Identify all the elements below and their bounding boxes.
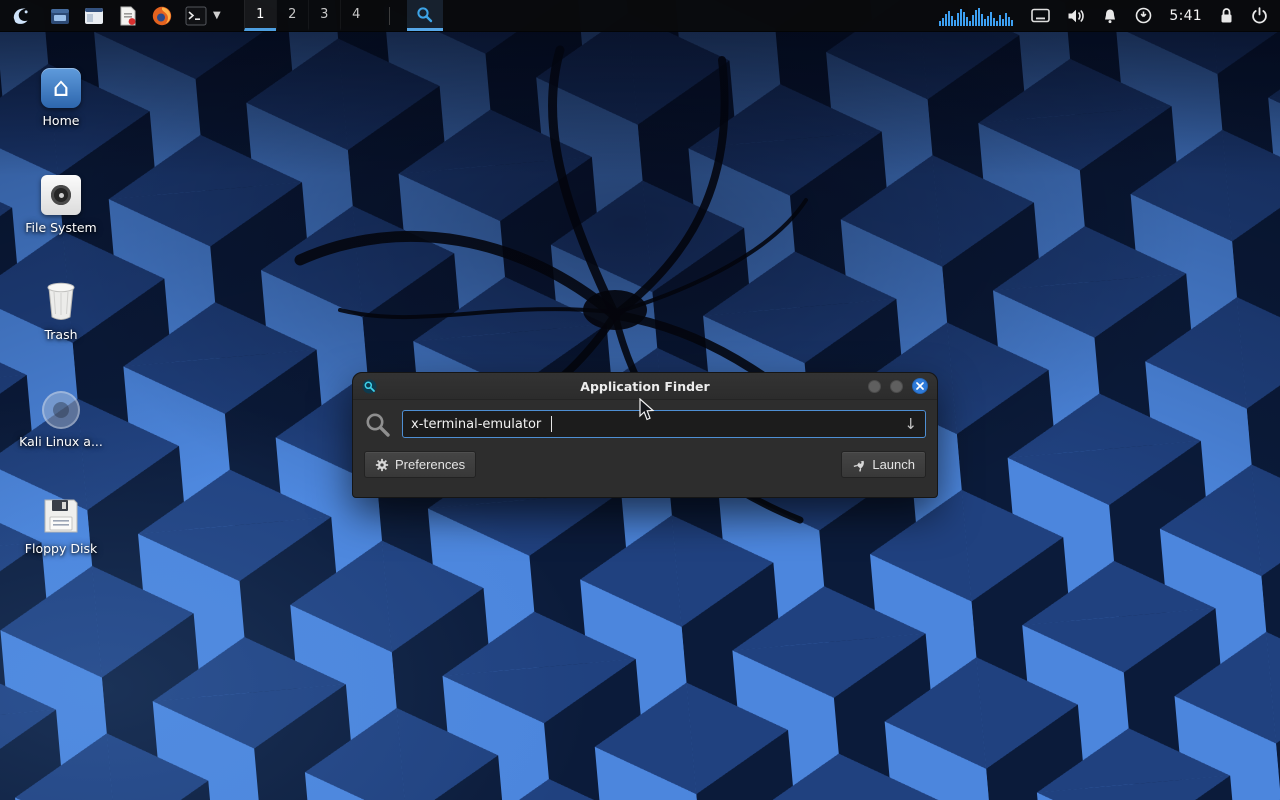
dialog-buttons: Preferences Launch xyxy=(364,451,926,478)
launch-button[interactable]: Launch xyxy=(841,451,926,478)
volume-icon[interactable] xyxy=(1067,8,1085,24)
window-controls xyxy=(868,378,928,394)
trash-icon xyxy=(41,278,81,322)
launcher-file-browser[interactable] xyxy=(80,2,107,29)
search-icon xyxy=(364,411,391,438)
lock-screen-icon[interactable] xyxy=(1219,7,1234,24)
file-system-icon xyxy=(41,175,81,215)
desktop-icon-file-system[interactable]: File System xyxy=(18,163,104,235)
panel-separator xyxy=(389,7,390,25)
search-row: x-terminal-emulator ↓ xyxy=(364,410,926,438)
close-button[interactable] xyxy=(912,378,928,394)
magnifier-icon xyxy=(416,6,433,23)
launcher-file-manager[interactable] xyxy=(46,2,73,29)
chevron-down-icon[interactable]: ▼ xyxy=(213,10,221,21)
preferences-button-label: Preferences xyxy=(395,457,465,472)
text-editor-icon xyxy=(118,5,138,27)
text-caret xyxy=(551,416,552,432)
workspace-2[interactable]: 2 xyxy=(276,0,308,31)
search-input-value: x-terminal-emulator xyxy=(411,417,541,432)
workspace-3[interactable]: 3 xyxy=(308,0,340,31)
launch-icon xyxy=(852,458,866,472)
top-panel: ▼ 1 2 3 4 xyxy=(0,0,1280,32)
clock[interactable]: 5:41 xyxy=(1169,8,1202,24)
firefox-icon xyxy=(151,5,173,27)
desktop-icon-trash[interactable]: Trash xyxy=(18,270,104,342)
window-title: Application Finder xyxy=(353,379,937,394)
window-icon xyxy=(83,5,105,27)
notifications-bell-icon[interactable] xyxy=(1102,8,1118,24)
desktop-icon-label: Home xyxy=(43,113,80,128)
gear-icon xyxy=(375,458,389,472)
home-icon: ⌂ xyxy=(41,68,81,108)
panel-left: ▼ 1 2 3 4 xyxy=(0,0,443,31)
updates-indicator-icon[interactable] xyxy=(1135,7,1152,24)
desktop: ▼ 1 2 3 4 xyxy=(0,0,1280,800)
system-tray: 5:41 xyxy=(938,0,1280,31)
launcher-text-editor[interactable] xyxy=(114,2,141,29)
desktop-icon-kali-linux[interactable]: Kali Linux a... xyxy=(18,377,104,449)
minimize-button[interactable] xyxy=(868,380,881,393)
window-titlebar[interactable]: Application Finder xyxy=(353,373,937,400)
taskbar-button-application-finder[interactable] xyxy=(407,0,443,31)
desktop-icon-list: ⌂ Home File System Trash Kali Li xyxy=(18,56,104,556)
desktop-icon-label: Kali Linux a... xyxy=(19,434,103,449)
applications-menu-button[interactable] xyxy=(5,2,39,30)
launch-button-label: Launch xyxy=(872,457,915,472)
dropdown-arrow-icon[interactable]: ↓ xyxy=(904,417,917,432)
kali-disc-icon xyxy=(42,391,80,429)
file-manager-icon xyxy=(49,5,71,27)
kali-logo-icon xyxy=(11,5,33,27)
search-input[interactable]: x-terminal-emulator ↓ xyxy=(402,410,926,438)
desktop-icon-label: Floppy Disk xyxy=(25,541,97,556)
desktop-icon-label: Trash xyxy=(44,327,77,342)
maximize-button[interactable] xyxy=(890,380,903,393)
desktop-icon-floppy-disk[interactable]: Floppy Disk xyxy=(18,484,104,556)
floppy-disk-icon xyxy=(41,496,81,536)
desktop-icon-home[interactable]: ⌂ Home xyxy=(18,56,104,128)
keyboard-indicator-icon[interactable] xyxy=(1031,8,1050,23)
network-monitor-graph[interactable] xyxy=(938,5,1014,27)
launcher-firefox[interactable] xyxy=(148,2,175,29)
application-finder-app-icon xyxy=(362,379,377,394)
preferences-button[interactable]: Preferences xyxy=(364,451,476,478)
terminal-icon xyxy=(185,6,207,26)
workspace-1[interactable]: 1 xyxy=(244,0,276,31)
logout-power-icon[interactable] xyxy=(1251,7,1268,24)
workspace-switcher: 1 2 3 4 xyxy=(244,0,372,31)
desktop-icon-label: File System xyxy=(25,220,97,235)
workspace-4[interactable]: 4 xyxy=(340,0,372,31)
application-finder-window: Application Finder x-terminal-emulator xyxy=(352,372,938,498)
launcher-terminal[interactable] xyxy=(182,2,209,29)
dialog-body: x-terminal-emulator ↓ Preference xyxy=(353,400,937,478)
close-icon xyxy=(916,382,924,390)
